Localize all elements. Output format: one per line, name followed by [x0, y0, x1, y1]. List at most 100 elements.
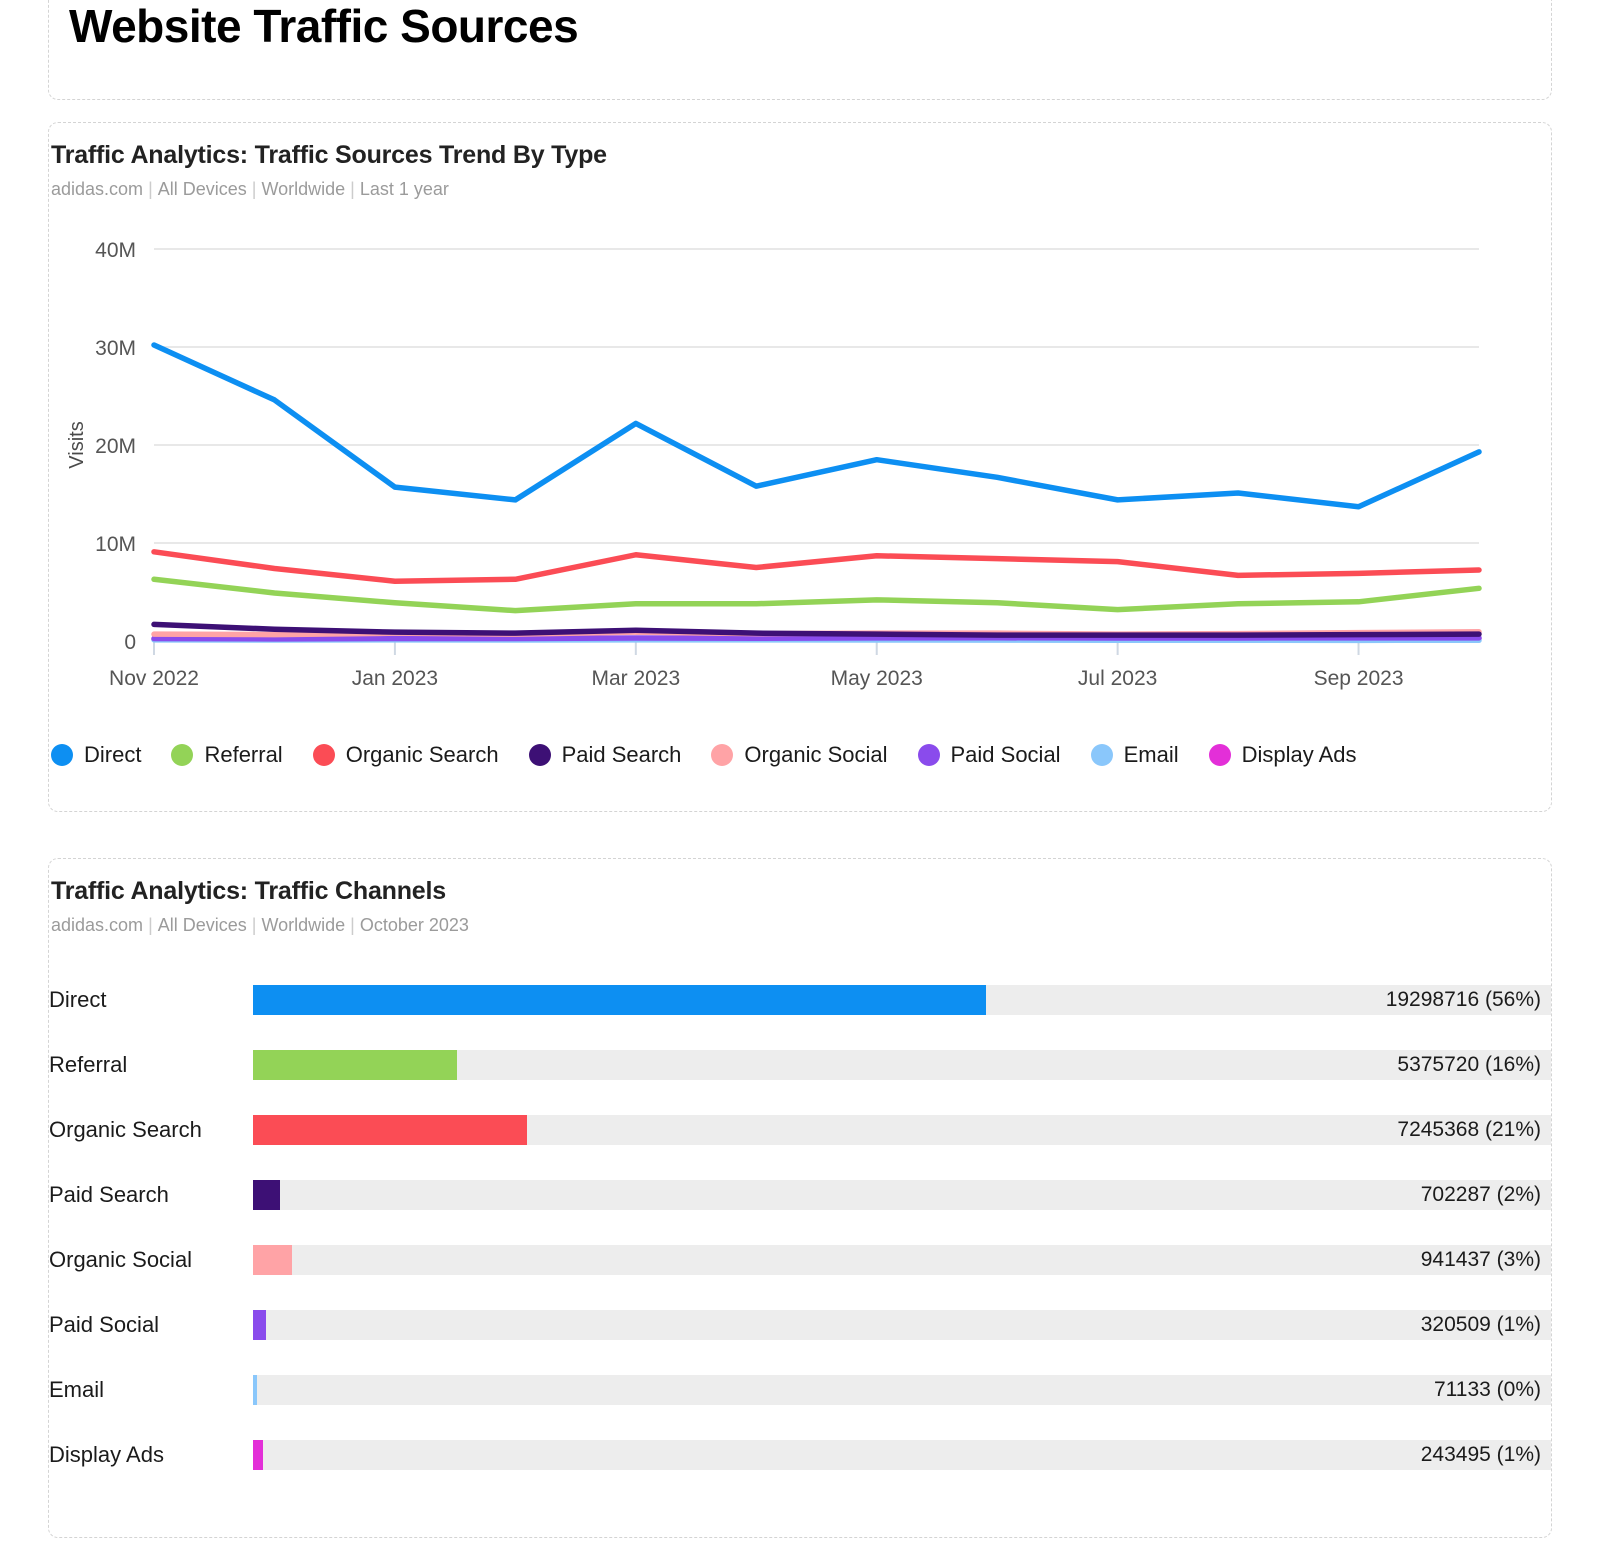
channel-label: Organic Search — [49, 1116, 202, 1142]
x-tick-label: Sep 2023 — [1314, 667, 1404, 690]
channel-bar-fill — [253, 1374, 257, 1405]
trend-sub-region: Worldwide — [261, 179, 346, 199]
channel-value-label: 19298716 (56%) — [1385, 987, 1541, 1011]
x-tick-label: Jul 2023 — [1078, 667, 1157, 690]
channel-row[interactable]: Referral 5375720 (16%) — [49, 1032, 1551, 1097]
channel-label: Paid Social — [49, 1311, 160, 1337]
traffic-channels-card: Traffic Analytics: Traffic Channels adid… — [48, 858, 1552, 1538]
y-tick-label: 10M — [95, 533, 136, 556]
legend-item-organic-search[interactable]: Organic Search — [312, 742, 499, 768]
legend-item-paid-social[interactable]: Paid Social — [917, 742, 1061, 768]
trend-card-subtitle: adidas.com | All Devices | Worldwide | Last 1 … — [51, 179, 449, 200]
channel-bar-fill — [253, 1114, 527, 1145]
series-line-paid-social — [151, 635, 1482, 642]
legend-swatch-icon — [917, 744, 940, 766]
legend-swatch-icon — [1090, 744, 1113, 766]
channels-sub-devices: All Devices — [157, 915, 247, 935]
header-panel: Website Traffic Sources — [48, 0, 1552, 100]
x-tick-label: Nov 2022 — [109, 667, 199, 690]
series-line-direct — [151, 342, 1482, 510]
legend-label: Organic Search — [345, 742, 499, 767]
y-tick-label: 20M — [95, 435, 136, 458]
channel-value-label: 941437 (3%) — [1420, 1247, 1541, 1271]
legend-swatch-icon — [51, 744, 73, 766]
channel-bar-fill — [253, 1049, 457, 1080]
legend-item-display-ads[interactable]: Display Ads — [1208, 742, 1357, 768]
y-tick-label: 30M — [95, 337, 136, 360]
channel-value-label: 243495 (1%) — [1420, 1442, 1541, 1466]
channel-row[interactable]: Paid Social 320509 (1%) — [49, 1292, 1551, 1357]
chart-legend: Direct Referral Organic Search Paid Search O… — [51, 735, 1551, 775]
line-chart-svg: 0 10M 20M 30M 40M Visits Nov 2022 Jan 2023 Mar 2… — [66, 239, 1482, 690]
channel-bar-track: 71133 (0%) — [253, 1374, 1551, 1405]
y-tick-label: 40M — [95, 239, 136, 262]
traffic-channels-bars: Direct 19298716 (56%) Referral 5375720 (16%… — [49, 967, 1551, 1487]
channel-value-label: 5375720 (16%) — [1397, 1052, 1541, 1076]
channels-sub-domain: adidas.com — [51, 915, 144, 935]
page-title: Website Traffic Sources — [69, 0, 579, 52]
channel-row[interactable]: Display Ads 243495 (1%) — [49, 1422, 1551, 1487]
channel-value-label: 71133 (0%) — [1433, 1377, 1541, 1401]
channel-bar-track: 5375720 (16%) — [253, 1049, 1551, 1080]
channel-row[interactable]: Direct 19298716 (56%) — [49, 967, 1551, 1032]
y-axis-title: Visits — [66, 421, 88, 468]
legend-label: Email — [1123, 742, 1179, 767]
series-line-paid-search — [151, 621, 1482, 638]
x-tick-label: May 2023 — [831, 667, 923, 690]
series-line-referral — [151, 576, 1482, 614]
legend-swatch-icon — [528, 744, 551, 766]
trend-card-title: Traffic Analytics: Traffic Sources Trend… — [51, 141, 607, 169]
channel-bar-track: 7245368 (21%) — [253, 1114, 1551, 1145]
y-tick-label: 0 — [124, 631, 136, 654]
channel-row[interactable]: Paid Search 702287 (2%) — [49, 1162, 1551, 1227]
channel-bar-fill — [253, 1309, 266, 1340]
channel-label: Organic Social — [49, 1246, 193, 1272]
legend-label: Display Ads — [1241, 742, 1357, 767]
series-line-organic-search — [151, 549, 1482, 584]
channel-label: Referral — [49, 1051, 128, 1077]
trend-sub-period: Last 1 year — [359, 179, 449, 199]
channel-label: Paid Search — [49, 1181, 169, 1207]
channel-bar-fill — [253, 1244, 292, 1275]
channels-card-subtitle: adidas.com | All Devices | Worldwide | October… — [51, 915, 469, 936]
legend-item-email[interactable]: Email — [1090, 742, 1179, 768]
channel-value-label: 702287 (2%) — [1420, 1182, 1541, 1206]
sub-sep: | — [148, 915, 153, 935]
trend-sub-domain: adidas.com — [51, 179, 144, 199]
sub-sep: | — [350, 179, 355, 199]
legend-item-organic-social[interactable]: Organic Social — [711, 742, 888, 768]
channel-bar-track: 243495 (1%) — [253, 1439, 1551, 1470]
channel-bar-fill — [253, 1179, 281, 1210]
legend-swatch-icon — [711, 744, 734, 766]
legend-swatch-icon — [312, 744, 335, 766]
channel-bar-track: 320509 (1%) — [253, 1309, 1551, 1340]
legend-label: Paid Social — [950, 742, 1061, 767]
traffic-trend-chart: 0 10M 20M 30M 40M Visits Nov 2022 Jan 2023 Mar 2… — [49, 231, 1551, 731]
channel-bar-fill — [253, 1439, 264, 1470]
legend-item-paid-search[interactable]: Paid Search — [528, 742, 682, 768]
legend-swatch-icon — [171, 744, 194, 766]
dashboard-page: Website Traffic Sources Traffic Analytic… — [0, 0, 1600, 1546]
legend-item-referral[interactable]: Referral — [171, 742, 283, 768]
x-tick-label: Jan 2023 — [352, 667, 438, 690]
legend-label: Organic Social — [744, 742, 888, 767]
channel-bar-fill — [253, 984, 987, 1015]
channel-row[interactable]: Email 71133 (0%) — [49, 1357, 1551, 1422]
sub-sep: | — [148, 179, 153, 199]
channel-row[interactable]: Organic Social 941437 (3%) — [49, 1227, 1551, 1292]
channels-sub-region: Worldwide — [261, 915, 346, 935]
channel-row[interactable]: Organic Search 7245368 (21%) — [49, 1097, 1551, 1162]
trend-sub-devices: All Devices — [157, 179, 247, 199]
channel-value-label: 7245368 (21%) — [1397, 1117, 1541, 1141]
sub-sep: | — [350, 915, 355, 935]
legend-label: Referral — [204, 742, 283, 767]
channel-value-label: 320509 (1%) — [1420, 1312, 1541, 1336]
legend-label: Direct — [84, 742, 142, 767]
channel-label: Email — [49, 1376, 105, 1402]
channels-card-title: Traffic Analytics: Traffic Channels — [51, 877, 446, 905]
legend-item-direct[interactable]: Direct — [51, 742, 141, 768]
legend-label: Paid Search — [561, 742, 682, 767]
x-tick-label: Mar 2023 — [591, 667, 680, 690]
legend-swatch-icon — [1208, 744, 1231, 766]
sub-sep: | — [251, 179, 257, 199]
